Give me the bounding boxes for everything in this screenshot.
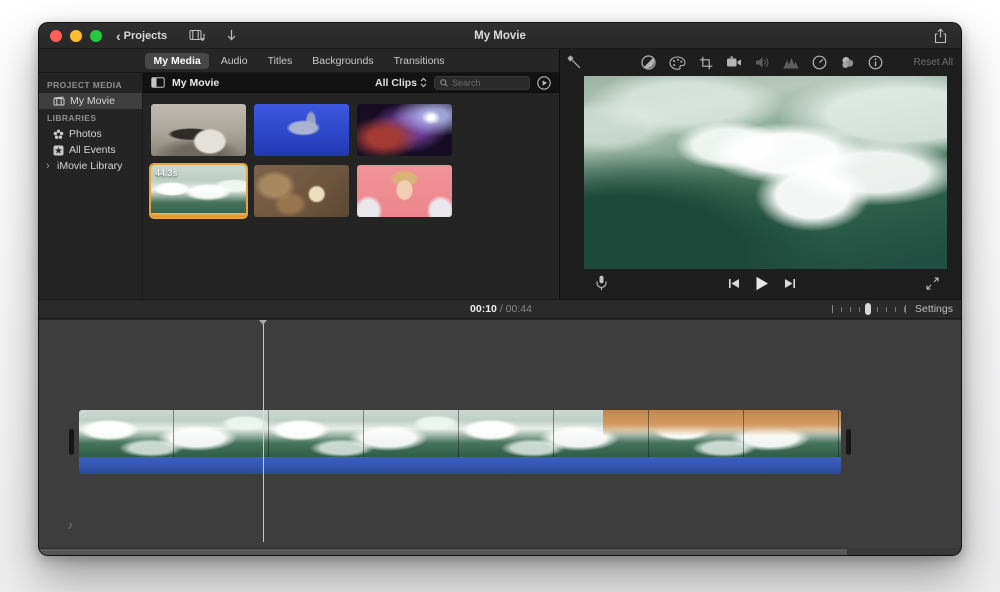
- timeline-bottom-bar-end: [847, 548, 962, 556]
- play-button[interactable]: [755, 276, 769, 291]
- sidebar: PROJECT MEDIA My Movie LIBRARIES: [39, 73, 143, 299]
- timeline-toolbar: 00:10 / 00:44 Settings: [39, 299, 962, 319]
- playback-controls: [560, 269, 962, 297]
- import-icon[interactable]: [226, 29, 237, 42]
- sidebar-item-label: All Events: [69, 144, 116, 156]
- viewer-toolbar: Reset All: [560, 49, 962, 76]
- timeline-settings-button[interactable]: Settings: [915, 303, 953, 315]
- filter-label: All Clips: [375, 77, 417, 89]
- browser-column: My Movie All Clips: [143, 73, 559, 299]
- stabilization-icon[interactable]: [726, 56, 742, 69]
- browser-header: My Movie All Clips: [143, 73, 559, 93]
- clip-filmstrip: [79, 410, 841, 457]
- clip-thumbnail-food-table[interactable]: [254, 165, 349, 217]
- skip-forward-button[interactable]: [784, 278, 796, 289]
- skip-back-button[interactable]: [728, 278, 740, 289]
- timeline-bottom-bar: [39, 548, 962, 556]
- playhead[interactable]: [263, 320, 264, 542]
- chevron-left-icon: ‹: [116, 31, 121, 41]
- sidebar-item-all-events[interactable]: All Events: [39, 142, 142, 158]
- share-icon[interactable]: [934, 28, 947, 44]
- clip-trim-handle-right[interactable]: [846, 429, 851, 455]
- sidebar-item-imovie-library[interactable]: › iMovie Library: [39, 158, 142, 174]
- sidebar-item-label: iMovie Library: [57, 160, 122, 172]
- project-media-header: PROJECT MEDIA: [39, 76, 142, 93]
- tab-titles[interactable]: Titles: [260, 53, 301, 69]
- zoom-window-button[interactable]: [90, 30, 102, 42]
- sidebar-item-label: My Movie: [70, 95, 115, 107]
- selection-range-bar: [151, 213, 246, 217]
- playhead-marker: [259, 320, 267, 325]
- projects-back-button[interactable]: ‹ Projects: [116, 30, 167, 42]
- viewer-pane: Reset All: [560, 49, 962, 299]
- traffic-lights: [50, 30, 102, 42]
- speed-icon[interactable]: [812, 55, 827, 70]
- projects-back-label: Projects: [124, 30, 167, 42]
- main-content: My Media Audio Titles Backgrounds Transi…: [39, 49, 962, 299]
- sidebar-item-my-movie[interactable]: My Movie: [39, 93, 142, 109]
- clip-thumbnail-exercise-ball[interactable]: [151, 104, 246, 156]
- sidebar-toggle-icon[interactable]: [151, 77, 165, 88]
- all-events-star-icon: [53, 145, 64, 156]
- video-preview[interactable]: [584, 76, 947, 269]
- info-icon[interactable]: [868, 55, 883, 70]
- noise-reduction-icon[interactable]: [783, 57, 799, 69]
- current-time: 00:10: [470, 303, 497, 315]
- tab-audio[interactable]: Audio: [213, 53, 256, 69]
- search-field[interactable]: [434, 76, 530, 90]
- close-window-button[interactable]: [50, 30, 62, 42]
- clip-trim-handle-left[interactable]: [69, 429, 74, 455]
- photos-flower-icon: [53, 129, 64, 140]
- search-icon: [440, 79, 448, 87]
- window-title: My Movie: [39, 30, 961, 42]
- color-balance-icon[interactable]: [641, 55, 656, 70]
- zoom-slider-thumb[interactable]: [865, 303, 871, 315]
- media-browser-icon[interactable]: [189, 29, 206, 42]
- timeline-zoom-slider[interactable]: [832, 303, 906, 315]
- crop-icon[interactable]: [699, 56, 713, 70]
- time-separator: /: [500, 303, 503, 315]
- clip-filter-icon[interactable]: [840, 55, 855, 70]
- timeline-clip-ocean-wave[interactable]: [79, 410, 841, 474]
- clip-audio-waveform-bar[interactable]: [79, 457, 841, 474]
- project-media-icon: [53, 96, 65, 106]
- clip-thumbnail-woman-pink[interactable]: [357, 165, 452, 217]
- filmstrip-frame-separators: [79, 410, 841, 457]
- imovie-window: ‹ Projects My Movie: [38, 22, 962, 556]
- chevron-up-down-icon: [420, 77, 427, 88]
- media-tabstrip: My Media Audio Titles Backgrounds Transi…: [39, 49, 559, 73]
- filmstrip-play-button[interactable]: [537, 76, 551, 90]
- all-clips-filter[interactable]: All Clips: [375, 77, 427, 89]
- volume-icon[interactable]: [755, 56, 770, 69]
- timeline[interactable]: ♪: [39, 320, 962, 556]
- tab-transitions[interactable]: Transitions: [386, 53, 453, 69]
- clip-thumbnail-underwater-animal[interactable]: [254, 104, 349, 156]
- total-duration: 00:44: [506, 303, 532, 315]
- minimize-window-button[interactable]: [70, 30, 82, 42]
- color-correction-icon[interactable]: [669, 56, 686, 70]
- titlebar: ‹ Projects My Movie: [39, 23, 961, 49]
- clip-thumbnail-space-nebula[interactable]: [357, 104, 452, 156]
- tab-backgrounds[interactable]: Backgrounds: [304, 53, 381, 69]
- clip-thumbnail-ocean-wave[interactable]: 44.3s: [151, 165, 246, 217]
- libraries-header: LIBRARIES: [39, 109, 142, 126]
- background-music-icon: ♪: [67, 518, 73, 532]
- reset-all-button[interactable]: Reset All: [914, 57, 953, 68]
- sidebar-item-photos[interactable]: Photos: [39, 126, 142, 142]
- voiceover-mic-icon[interactable]: [596, 275, 607, 291]
- fullscreen-icon[interactable]: [926, 277, 939, 290]
- media-browser-pane: My Media Audio Titles Backgrounds Transi…: [39, 49, 559, 299]
- browser-title: My Movie: [172, 77, 219, 89]
- tab-my-media[interactable]: My Media: [145, 53, 208, 69]
- disclosure-chevron-icon[interactable]: ›: [46, 160, 52, 172]
- clip-duration-badge: 44.3s: [155, 168, 178, 178]
- media-grid: 44.3s: [143, 93, 559, 228]
- enhance-wand-icon[interactable]: [567, 55, 582, 70]
- sidebar-item-label: Photos: [69, 128, 102, 140]
- timecode: 00:10 / 00:44: [470, 303, 532, 315]
- search-input[interactable]: [452, 78, 524, 88]
